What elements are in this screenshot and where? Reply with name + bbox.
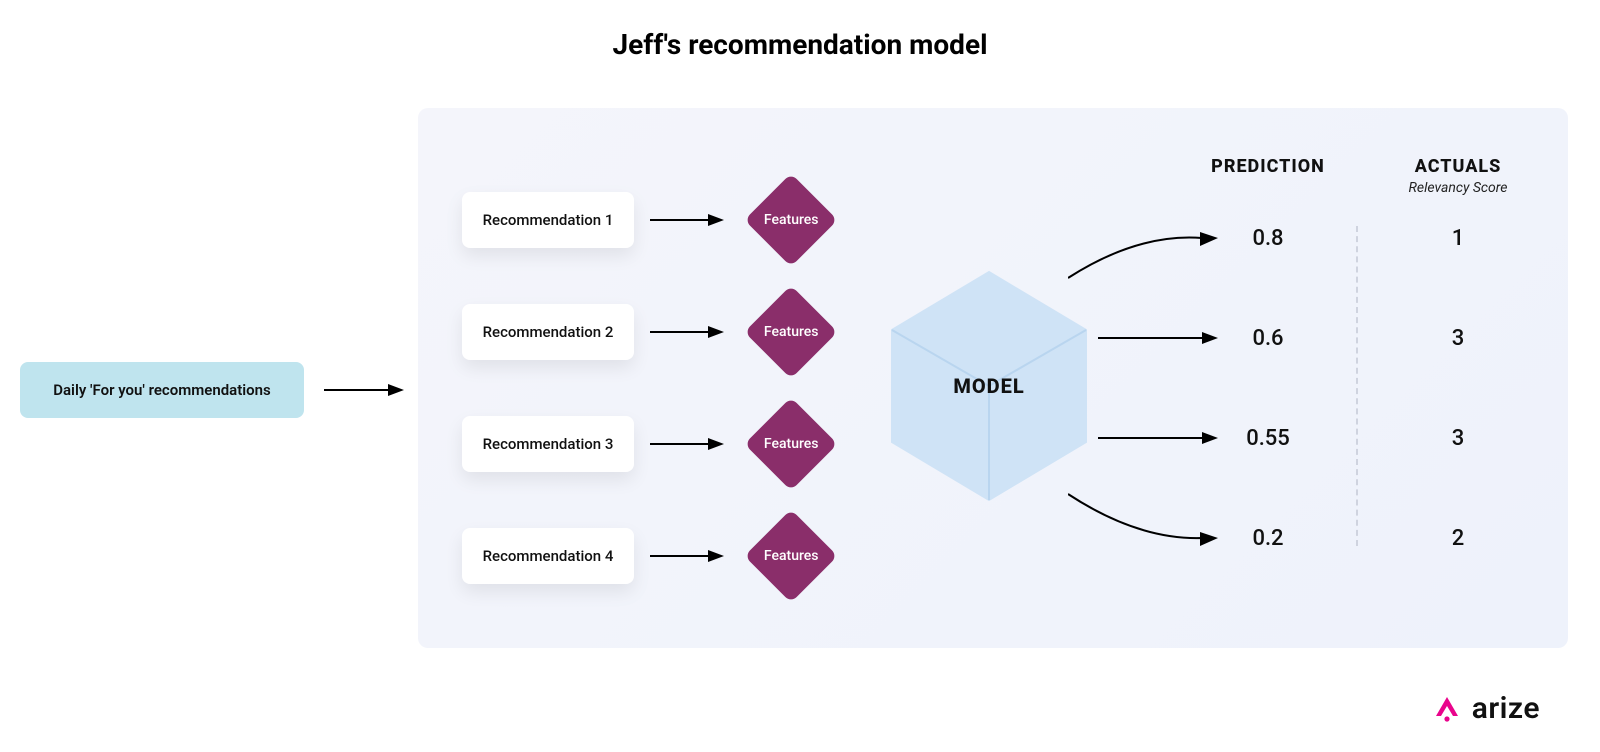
recommendation-card-3-label: Recommendation 3 [483,435,614,453]
main-panel: Recommendation 1 Features Recommendation… [418,108,1568,648]
features-diamond-4-label: Features [764,548,819,564]
actual-value-3: 3 [1398,426,1518,451]
features-diamond-4: Features [744,509,837,602]
page-title: Jeff's recommendation model [613,28,988,61]
actuals-header: ACTUALS [1368,156,1548,177]
recommendation-card-2: Recommendation 2 [462,304,634,360]
prediction-value-3: 0.55 [1208,426,1328,451]
arrow-model-to-pred3 [1098,426,1218,450]
actuals-subheader: Relevancy Score [1368,180,1548,196]
actual-value-4: 2 [1398,526,1518,551]
recommendation-card-1-label: Recommendation 1 [483,211,614,229]
recommendation-card-1: Recommendation 1 [462,192,634,248]
features-diamond-3: Features [744,397,837,490]
input-pill: Daily 'For you' recommendations [20,362,304,418]
arrow-model-to-pred4 [1068,488,1218,548]
features-diamond-3-label: Features [764,436,819,452]
recommendation-card-4: Recommendation 4 [462,528,634,584]
recommendation-card-3: Recommendation 3 [462,416,634,472]
features-diamond-1: Features [744,173,837,266]
input-pill-label: Daily 'For you' recommendations [53,381,271,399]
arrow-rec1-to-feat [650,208,724,232]
brand-logo: arize [1432,691,1540,726]
prediction-value-2: 0.6 [1208,326,1328,351]
features-diamond-1-label: Features [764,212,819,228]
features-diamond-2: Features [744,285,837,378]
arrow-rec2-to-feat [650,320,724,344]
dashed-separator [1356,226,1358,546]
model-hexagon: MODEL [884,268,1094,504]
actual-value-1: 1 [1398,226,1518,251]
prediction-value-1: 0.8 [1208,226,1328,251]
model-label: MODEL [953,374,1024,398]
actual-value-2: 3 [1398,326,1518,351]
prediction-header: PREDICTION [1178,156,1358,177]
recommendation-card-4-label: Recommendation 4 [483,547,614,565]
arrow-rec4-to-feat [650,544,724,568]
arrow-input-to-panel [324,378,404,402]
brand-logo-icon [1432,694,1462,724]
arrow-model-to-pred2 [1098,326,1218,350]
recommendation-card-2-label: Recommendation 2 [483,323,614,341]
arrow-model-to-pred1 [1068,228,1218,288]
arrow-rec3-to-feat [650,432,724,456]
features-diamond-2-label: Features [764,324,819,340]
brand-logo-text: arize [1472,691,1540,726]
prediction-value-4: 0.2 [1208,526,1328,551]
